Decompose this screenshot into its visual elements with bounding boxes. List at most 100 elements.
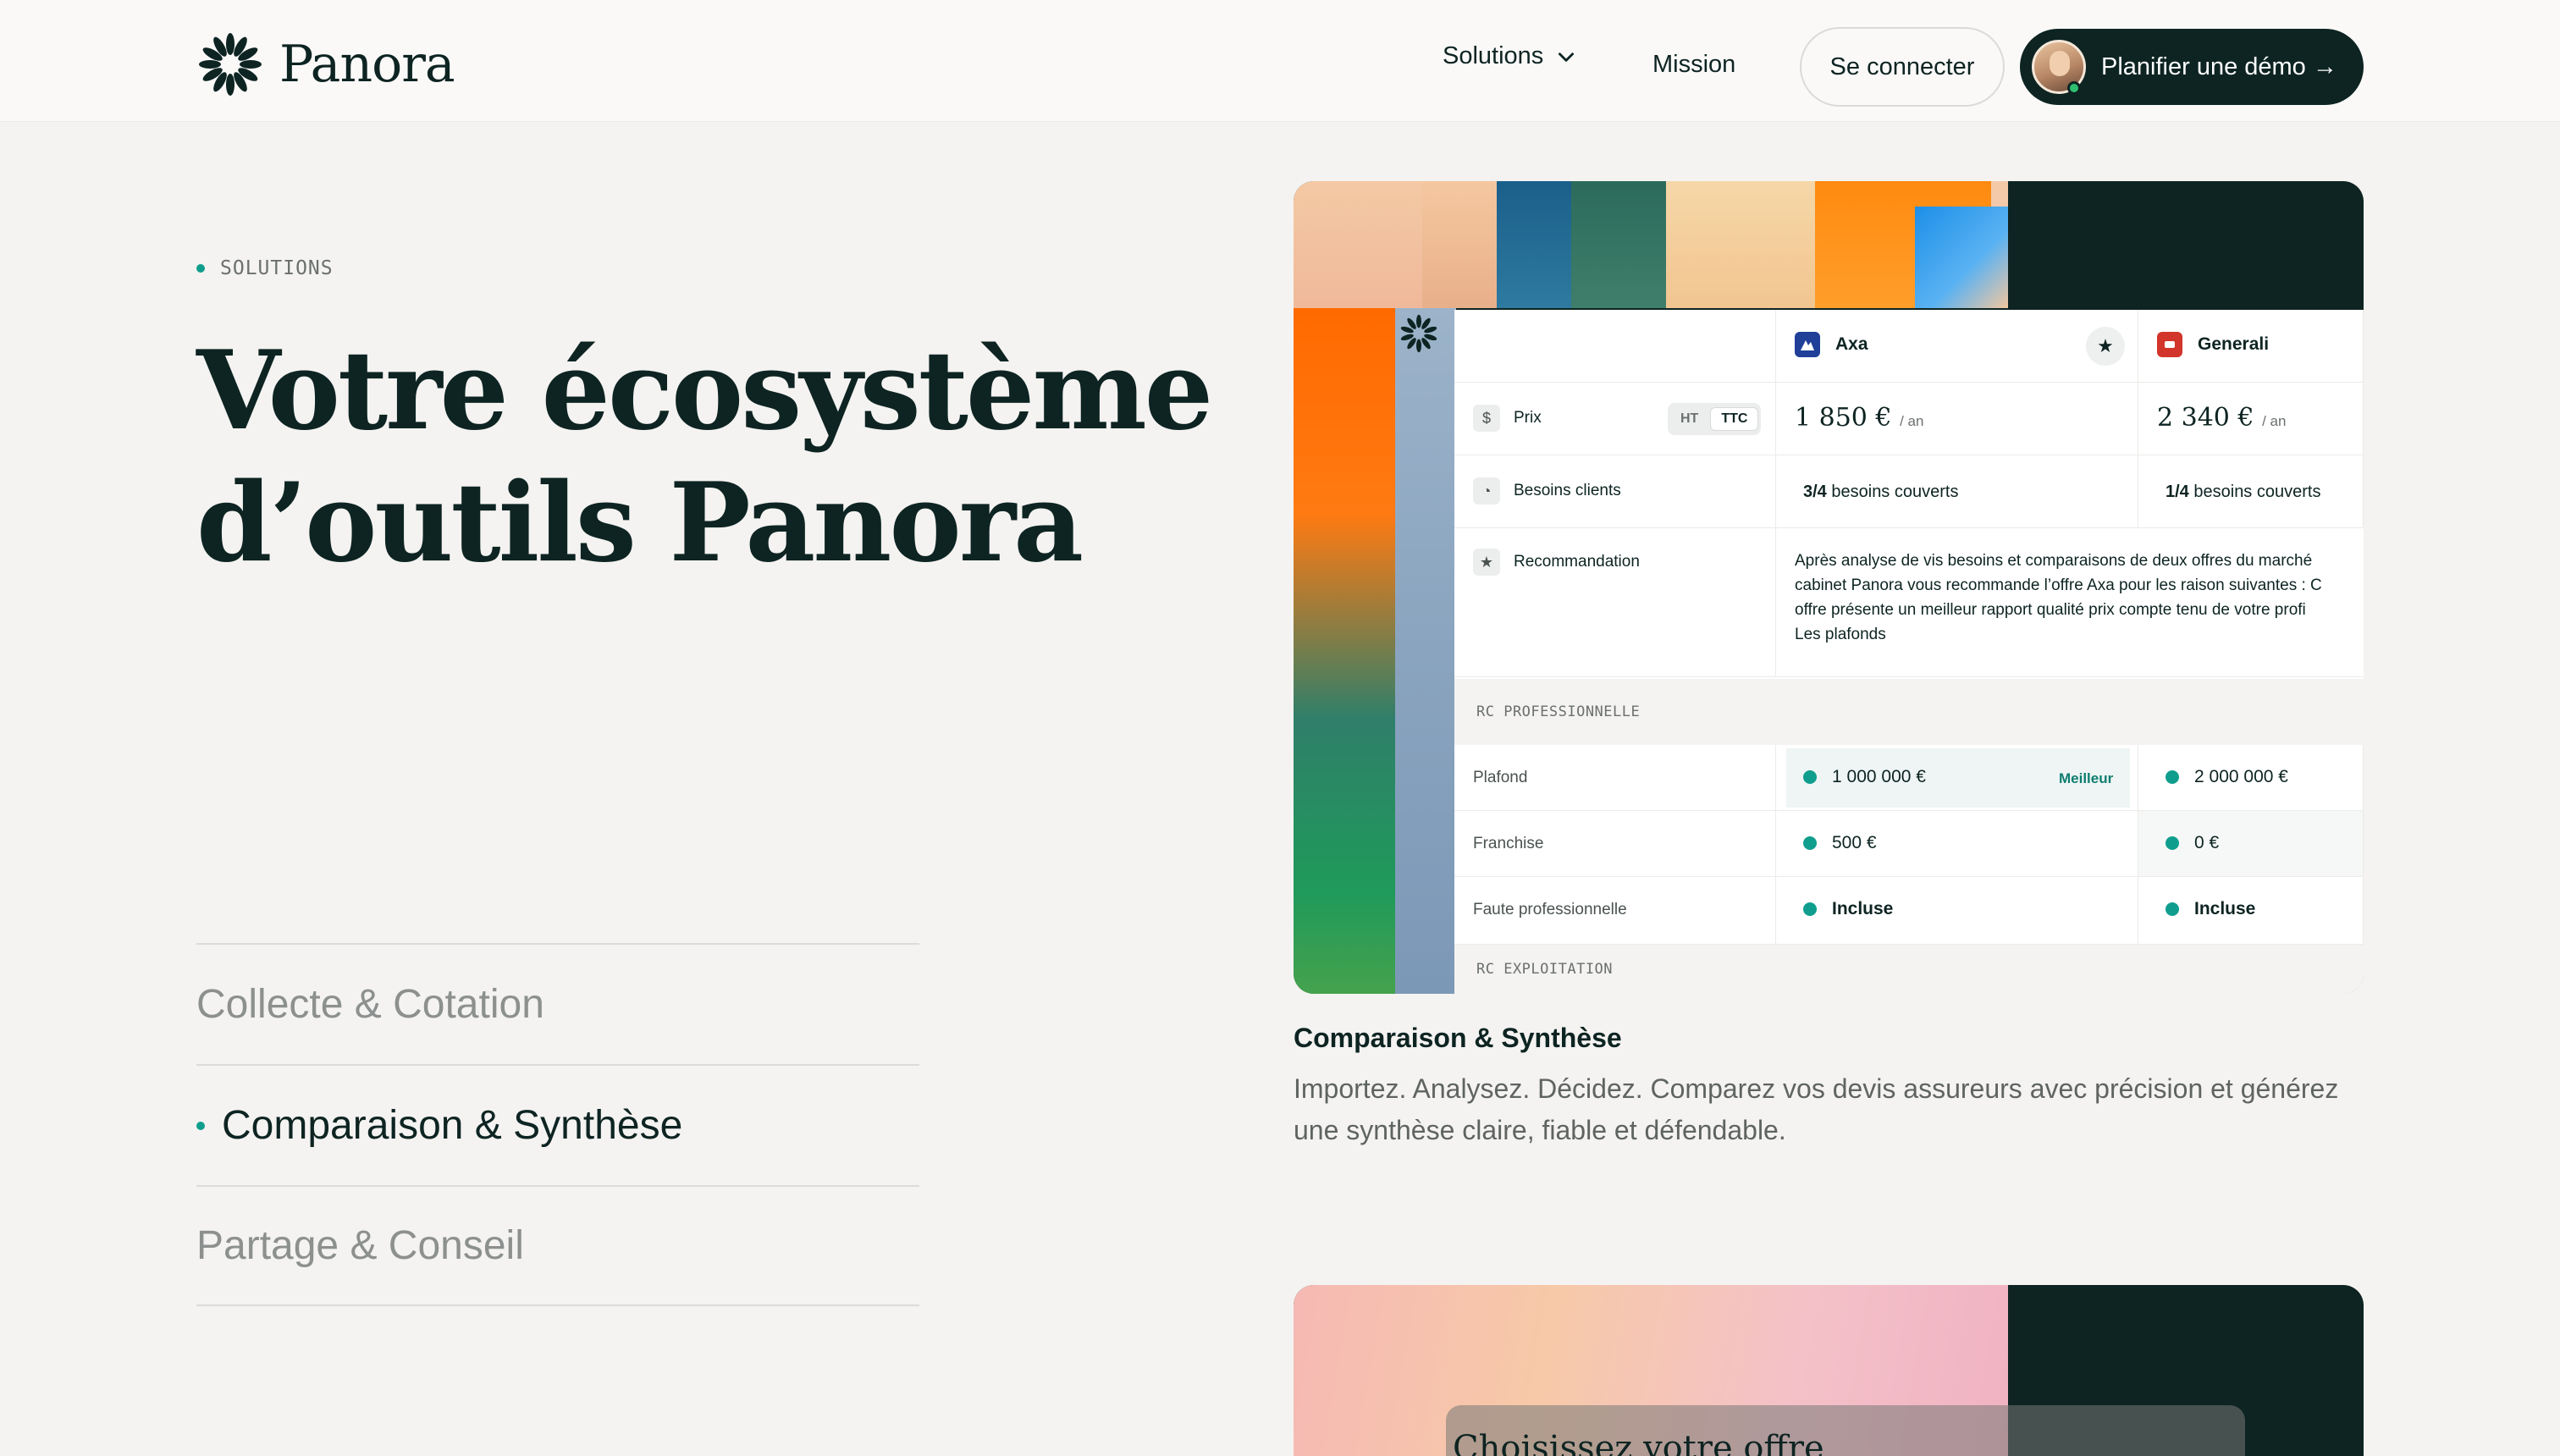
needs-axa-count: 3/4 [1803,483,1827,501]
teal-dot-icon [1803,902,1817,916]
plafond-generali: 2 000 000 € [2166,767,2288,787]
recommendation-label: ★ Recommandation [1473,549,1640,576]
reco-line: Après analyse de vis besoins et comparai… [1795,552,2313,570]
active-dot-icon [196,1121,205,1130]
teal-dot-icon [2166,836,2179,850]
faute-label: Faute professionnelle [1473,901,1627,918]
brand-logo[interactable]: Panora [196,30,455,98]
gradient-strip [1422,181,1497,308]
eyebrow-label: SOLUTIONS [220,257,334,279]
section-rc-exploitation: RC EXPLOITATION [1454,945,2364,994]
plafond-label: Plafond [1473,769,1528,786]
needs-label: ◔ Besoins clients [1473,477,1621,505]
gradient-band [1395,308,1456,994]
insurer-name: Generali [2198,334,2270,354]
login-button[interactable]: Se connecter [1800,27,2005,107]
toggle-ht[interactable]: HT [1670,408,1708,430]
step-comparaison-synthese[interactable]: Comparaison & Synthèse [196,1064,919,1185]
teal-dot-icon [2166,770,2179,784]
page-title-line-1: Votre écosystème [196,328,1213,455]
franchise-label: Franchise [1473,835,1544,852]
faute-generali: Incluse [2166,899,2255,919]
needs-label-text: Besoins clients [1514,482,1621,499]
franchise-generali: 0 € [2166,833,2219,853]
step-partage-conseil[interactable]: Partage & Conseil [196,1185,919,1306]
axa-logo-icon [1795,332,1820,357]
generali-logo-icon [2157,332,2182,357]
gradient-strip [1915,207,2008,308]
insurer-name: Axa [1835,334,1868,354]
needs-generali-count: 1/4 [2166,483,2189,501]
next-feature-title: Choisissez votre offre [1453,1429,1824,1456]
top-navigation: Panora Solutions Mission Se connecter Pl… [0,0,2560,122]
product-preview: Axa ★ Generali $ Prix HT TTC 1 850 € / a… [1294,181,2364,994]
section-rc-pro: RC PROFESSIONNELLE [1454,679,2364,745]
price-axa-value: 1 850 € [1795,403,1892,433]
franchise-axa-value: 500 € [1832,833,1877,852]
gradient-band [1294,308,1395,994]
gradient-strip [1497,181,1571,308]
reco-line: cabinet Panora vous recommande l’offre A… [1795,576,2322,594]
step-label: Comparaison & Synthèse [222,1103,683,1148]
best-badge: Meilleur [2059,770,2114,786]
dollar-icon: $ [1473,405,1500,432]
insurer-axa: Axa [1795,332,1868,357]
faute-axa-value: Incluse [1832,899,1894,918]
online-status-dot [2067,81,2081,95]
price-label: $ Prix [1473,405,1542,432]
needs-suffix: besoins couverts [1831,483,1959,501]
toggle-ttc[interactable]: TTC [1710,407,1759,431]
needs-axa: 3/4 besoins couverts [1803,483,1958,502]
step-collecte-cotation[interactable]: Collecte & Cotation [196,943,919,1064]
plafond-axa: 1 000 000 € [1803,767,1926,787]
plafond-axa-value: 1 000 000 € [1832,767,1926,786]
plafond-generali-value: 2 000 000 € [2194,767,2288,786]
feature-title: Comparaison & Synthèse [1294,1023,1622,1053]
step-label: Collecte & Cotation [196,982,544,1027]
eyebrow-dot-icon [196,264,205,273]
price-axa: 1 850 € / an [1795,403,1923,433]
schedule-demo-label: Planifier une démo → [2101,52,2337,80]
recommendation-label-text: Recommandation [1514,553,1640,571]
favorite-star-button[interactable]: ★ [2086,327,2125,366]
faute-axa: Incluse [1803,899,1893,919]
panora-logo-icon [199,33,262,96]
brand-name: Panora [279,35,455,94]
header-empty-cell [1454,310,1776,383]
page-title: Votre écosystème d’outils Panora [196,325,1213,589]
page-title-line-2: d’outils Panora [196,460,1084,587]
chevron-down-icon [1559,52,1575,62]
price-generali-value: 2 340 € [2157,403,2254,433]
price-label-text: Prix [1514,409,1542,427]
teal-dot-icon [1803,770,1817,784]
price-unit: / an [2262,413,2287,429]
insurer-generali: Generali [2157,332,2269,357]
star-icon: ★ [1473,549,1500,576]
needs-generali: 1/4 besoins couverts [2166,483,2320,502]
franchise-generali-value: 0 € [2194,833,2220,852]
price-generali: 2 340 € / an [2157,403,2286,433]
faute-generali-value: Incluse [2194,899,2256,918]
section-eyebrow: SOLUTIONS [196,257,334,279]
step-label: Partage & Conseil [196,1223,524,1268]
feature-description: Importez. Analysez. Décidez. Comparez vo… [1294,1073,2339,1145]
teal-dot-icon [1803,836,1817,850]
reco-line: Les plafonds [1795,626,1886,643]
gauge-icon: ◔ [1473,477,1500,505]
next-feature-card: Choisissez votre offre [1294,1285,2364,1456]
solution-steps: Collecte & Cotation Comparaison & Synthè… [196,943,919,1306]
nav-solutions-dropdown[interactable]: Solutions [1443,42,1577,70]
needs-suffix: besoins couverts [2193,483,2321,501]
ht-ttc-toggle[interactable]: HT TTC [1668,403,1762,435]
franchise-axa: 500 € [1803,833,1877,853]
price-unit: / an [1900,413,1924,429]
recommendation-text: Après analyse de vis besoins et comparai… [1795,549,2364,647]
comparison-table: Axa ★ Generali $ Prix HT TTC 1 850 € / a… [1454,310,2364,994]
gradient-strip [1571,181,1666,308]
teal-dot-icon [2166,902,2179,916]
nav-solutions-label: Solutions [1443,42,1544,69]
nav-mission-link[interactable]: Mission [1652,51,1735,79]
panora-logo-icon [1400,314,1437,353]
reco-line: offre présente un meilleur rapport quali… [1795,601,2306,619]
gradient-strip [1666,181,1815,308]
